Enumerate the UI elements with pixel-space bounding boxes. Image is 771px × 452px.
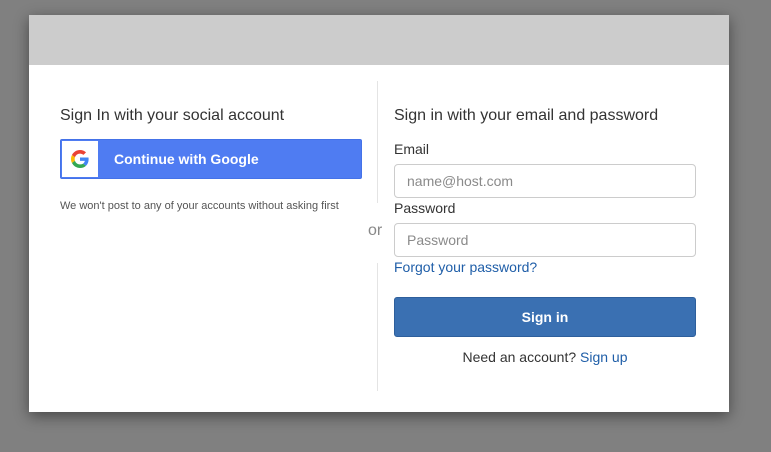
or-separator: or bbox=[368, 222, 383, 239]
credentials-signin-section: Sign in with your email and password Ema… bbox=[394, 107, 696, 365]
continue-with-google-button[interactable]: Continue with Google bbox=[60, 139, 362, 179]
vertical-divider-top bbox=[377, 81, 378, 203]
social-privacy-note: We won't post to any of your accounts wi… bbox=[60, 200, 339, 212]
need-account-text: Need an account? bbox=[462, 349, 577, 365]
password-field[interactable] bbox=[394, 223, 696, 257]
credentials-signin-title: Sign in with your email and password bbox=[394, 107, 659, 124]
forgot-password-link[interactable]: Forgot your password? bbox=[394, 259, 537, 275]
signup-prompt: Need an account? Sign up bbox=[394, 349, 696, 365]
modal-header-bar bbox=[29, 15, 729, 65]
vertical-divider-bottom bbox=[377, 263, 378, 391]
google-logo-icon bbox=[62, 141, 98, 177]
sign-in-button[interactable]: Sign in bbox=[394, 297, 696, 337]
google-button-label: Continue with Google bbox=[114, 151, 259, 167]
password-label: Password bbox=[394, 200, 456, 216]
sign-up-link[interactable]: Sign up bbox=[580, 349, 627, 365]
email-field[interactable] bbox=[394, 164, 696, 198]
social-signin-section: Sign In with your social account Continu… bbox=[60, 107, 362, 212]
email-label: Email bbox=[394, 141, 430, 157]
signin-modal: Sign In with your social account Continu… bbox=[29, 15, 729, 412]
social-signin-title: Sign In with your social account bbox=[60, 107, 285, 124]
